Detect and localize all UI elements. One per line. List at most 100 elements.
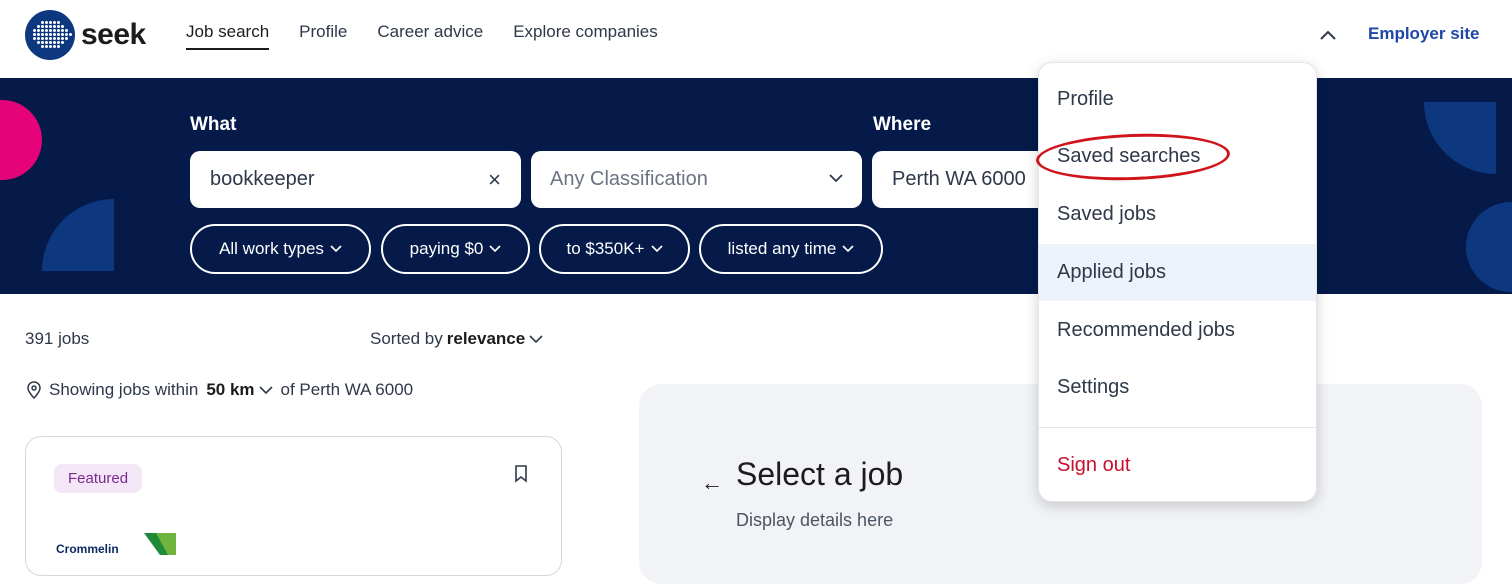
nav-career-advice[interactable]: Career advice	[377, 22, 483, 50]
decorative-blue-shape	[42, 199, 114, 271]
seek-logo-icon	[25, 10, 75, 60]
logo-dot	[49, 29, 52, 32]
logo-dot	[45, 41, 48, 44]
job-card[interactable]: Featured Crommelin	[25, 436, 562, 576]
menu-item-label: Sign out	[1057, 454, 1131, 476]
sort-dropdown[interactable]: Sorted by relevance	[370, 329, 543, 349]
radius-dropdown[interactable]: 50 km	[206, 380, 273, 400]
menu-item-label: Saved searches	[1057, 145, 1201, 167]
filter-pay-max[interactable]: to $350K+	[539, 224, 690, 274]
logo-dot	[61, 29, 64, 32]
clear-icon[interactable]: ×	[488, 167, 501, 193]
logo-dot	[57, 37, 60, 40]
nav-links: Job search Profile Career advice Explore…	[186, 22, 658, 50]
logo-dot	[37, 37, 40, 40]
chevron-down-icon	[489, 245, 501, 253]
menu-item-settings[interactable]: Settings	[1039, 359, 1316, 416]
bookmark-icon[interactable]	[514, 465, 528, 483]
logo-dot	[37, 29, 40, 32]
menu-item-sign-out[interactable]: Sign out	[1039, 437, 1316, 494]
logo-dot	[33, 37, 36, 40]
logo-dot	[57, 25, 60, 28]
logo-dot	[41, 37, 44, 40]
featured-badge: Featured	[54, 464, 143, 493]
logo-dot	[57, 29, 60, 32]
where-label: Where	[873, 114, 932, 135]
detail-subtitle: Display details here	[736, 510, 894, 530]
menu-item-label: Settings	[1057, 376, 1130, 398]
filter-label: All work types	[219, 239, 324, 258]
filter-date-listed[interactable]: listed any time	[699, 224, 883, 274]
logo-dot	[53, 21, 56, 24]
menu-item-applied-jobs[interactable]: Applied jobs	[1039, 244, 1316, 301]
logo-dot	[57, 41, 60, 44]
logo-dot	[53, 45, 56, 48]
nav-profile[interactable]: Profile	[299, 22, 347, 50]
menu-divider	[1039, 427, 1316, 428]
location-value: Perth WA 6000	[892, 168, 1026, 190]
logo-dot	[41, 33, 44, 36]
chevron-down-icon	[842, 245, 854, 253]
logo-dot	[45, 25, 48, 28]
location-pin-icon	[27, 381, 41, 399]
nav-job-search[interactable]: Job search	[186, 22, 270, 50]
showing-suffix: of Perth WA 6000	[280, 380, 414, 399]
classification-select[interactable]: Any Classification	[531, 151, 862, 208]
logo-dot	[41, 41, 44, 44]
menu-item-profile[interactable]: Profile	[1039, 71, 1316, 128]
logo-dot	[69, 33, 72, 36]
menu-item-label: Applied jobs	[1057, 261, 1166, 283]
profile-menu: Profile Saved searches Saved jobs Applie…	[1038, 62, 1317, 502]
menu-item-saved-searches[interactable]: Saved searches	[1039, 128, 1316, 185]
logo-dot	[61, 33, 64, 36]
logo-dot	[53, 25, 56, 28]
menu-item-saved-jobs[interactable]: Saved jobs	[1039, 186, 1316, 243]
what-label: What	[190, 114, 237, 135]
logo-dot	[37, 25, 40, 28]
logo-dot	[45, 29, 48, 32]
logo-dot	[45, 45, 48, 48]
sort-prefix: Sorted by	[370, 329, 443, 348]
filter-label: listed any time	[727, 239, 837, 258]
logo-text: seek	[81, 18, 146, 51]
decorative-pink-circle	[0, 100, 42, 180]
results-count: 391 jobs	[25, 329, 90, 348]
decorative-blue-circle	[1466, 202, 1512, 292]
filter-label: paying $0	[409, 239, 484, 258]
menu-item-label: Recommended jobs	[1057, 319, 1235, 341]
chevron-down-icon	[258, 385, 273, 394]
keyword-value: bookkeeper	[210, 168, 315, 190]
logo-dot	[61, 41, 64, 44]
chevron-down-icon	[650, 245, 663, 253]
radius-value: 50 km	[206, 380, 255, 399]
logo-dot	[37, 41, 40, 44]
logo-dot	[41, 21, 44, 24]
logo-dot	[53, 29, 56, 32]
logo-dot	[53, 37, 56, 40]
logo-dot	[49, 45, 52, 48]
logo-dot	[37, 33, 40, 36]
classification-placeholder: Any Classification	[550, 168, 708, 190]
nav-explore-companies[interactable]: Explore companies	[513, 22, 658, 50]
logo-dot	[53, 41, 56, 44]
showing-prefix: Showing jobs within	[49, 380, 199, 399]
menu-item-label: Profile	[1057, 88, 1114, 110]
filter-label: to $350K+	[566, 239, 645, 258]
seek-logo[interactable]: seek	[25, 10, 146, 60]
logo-dot	[53, 33, 56, 36]
logo-dot	[33, 29, 36, 32]
location-input[interactable]: Perth WA 6000	[872, 151, 1052, 208]
decorative-blue-shape-right	[1424, 102, 1496, 174]
logo-dot	[57, 21, 60, 24]
company-logo: Crommelin	[56, 533, 176, 555]
menu-item-recommended-jobs[interactable]: Recommended jobs	[1039, 302, 1316, 359]
logo-dot	[49, 33, 52, 36]
logo-dot	[61, 37, 64, 40]
keyword-input[interactable]: bookkeeper ×	[190, 151, 521, 208]
employer-site-link[interactable]: Employer site	[1368, 24, 1480, 44]
sort-value: relevance	[446, 329, 526, 348]
filter-work-types[interactable]: All work types	[190, 224, 371, 274]
chevron-up-icon[interactable]	[1318, 28, 1338, 42]
filter-pay-min[interactable]: paying $0	[381, 224, 530, 274]
detail-title: Select a job	[736, 456, 904, 492]
